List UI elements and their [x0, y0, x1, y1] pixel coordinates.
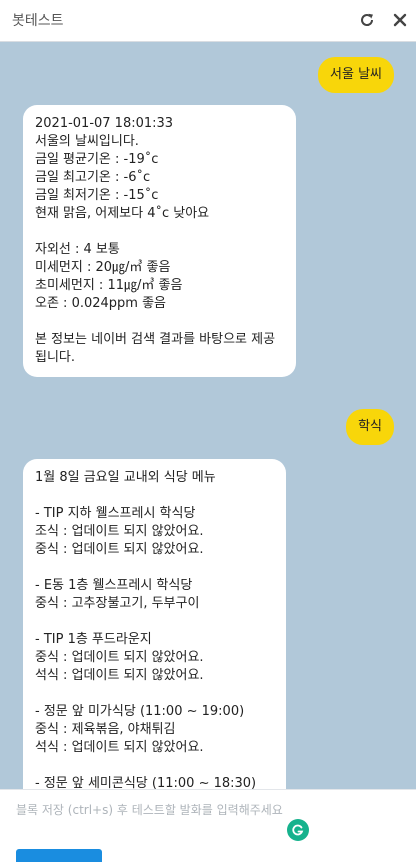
user-message-bubble: 학식: [346, 409, 394, 445]
chat-header: 봇테스트: [0, 0, 416, 42]
bot-message-bubble: 1월 8일 금요일 교내외 식당 메뉴 - TIP 지하 웰스프레시 학식당 조…: [23, 459, 286, 789]
close-icon[interactable]: [389, 9, 411, 31]
user-message-bubble: 서울 날씨: [318, 57, 394, 93]
refresh-icon[interactable]: [356, 9, 378, 31]
window-title: 봇테스트: [12, 13, 64, 29]
message-input-placeholder[interactable]: 블록 저장 (ctrl+s) 후 테스트할 발화를 입력해주세요: [16, 801, 283, 818]
message-list[interactable]: 서울 날씨 2021-01-07 18:01:33 서울의 날씨입니다. 금일 …: [0, 42, 416, 789]
grammarly-icon[interactable]: [287, 819, 309, 841]
bot-message-bubble: 2021-01-07 18:01:33 서울의 날씨입니다. 금일 평균기온 :…: [23, 105, 296, 377]
message-input-area[interactable]: 블록 저장 (ctrl+s) 후 테스트할 발화를 입력해주세요: [0, 789, 416, 862]
send-button[interactable]: [16, 849, 102, 862]
